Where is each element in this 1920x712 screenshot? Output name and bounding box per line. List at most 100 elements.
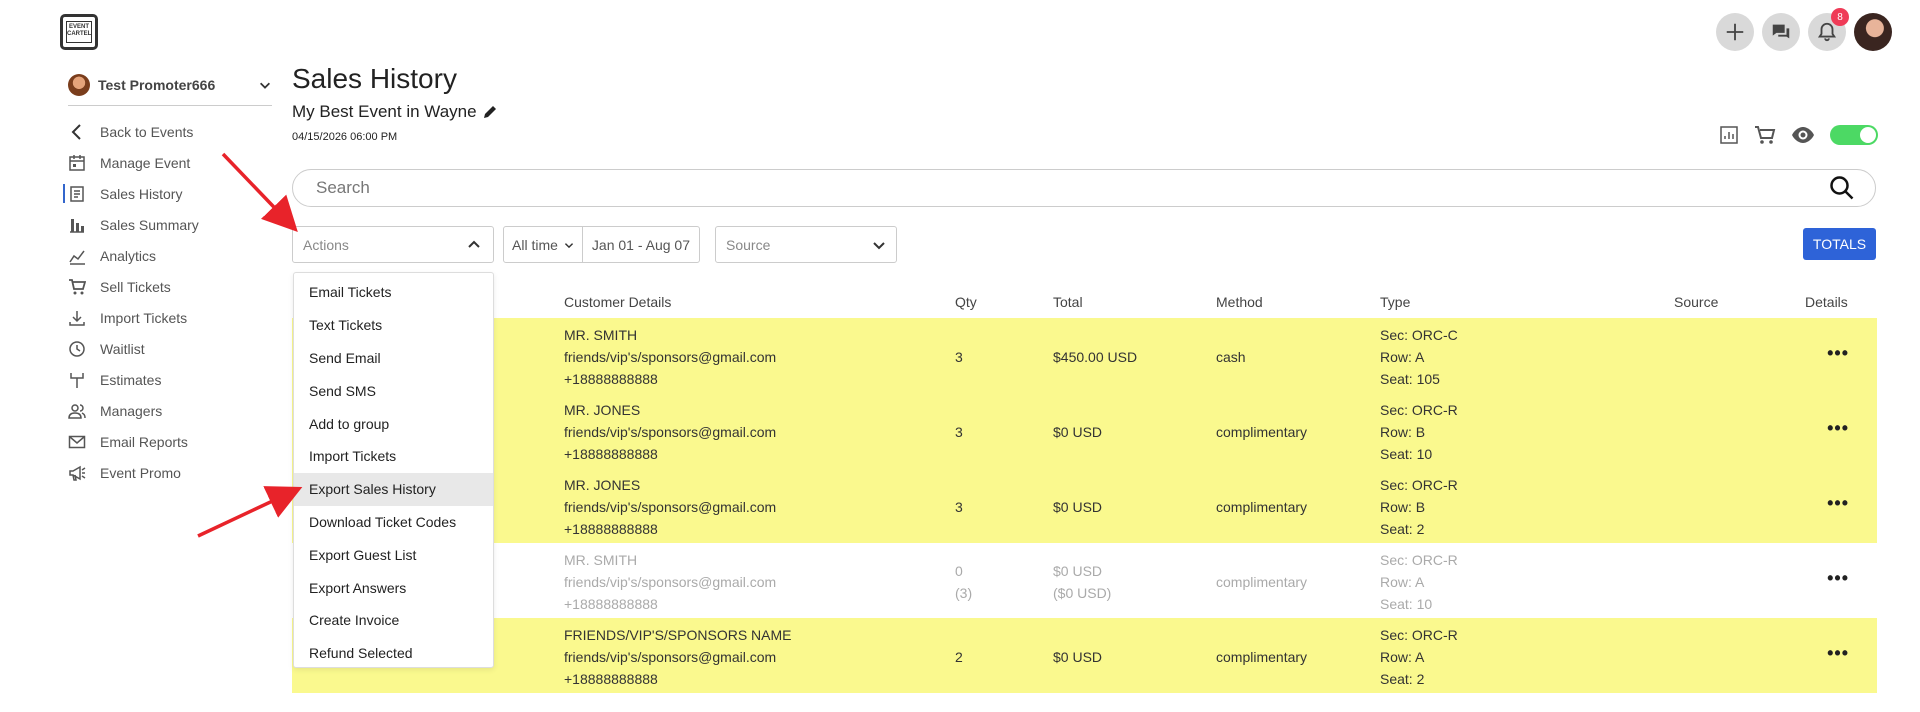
menu-item-create-invoice[interactable]: Create Invoice — [294, 604, 493, 637]
arrow-to-export-sales-history — [197, 486, 303, 538]
more-options-icon[interactable]: ••• — [1827, 568, 1849, 589]
customer-phone: +18888888888 — [564, 371, 658, 387]
seat: Seat: 10 — [1380, 596, 1433, 612]
promoter-selector[interactable]: Test Promoter666 — [68, 72, 272, 106]
sidebar-item-sell-tickets[interactable]: Sell Tickets — [68, 271, 272, 302]
notifications-button[interactable]: 8 — [1808, 8, 1849, 51]
sidebar-item-label: Sales History — [100, 185, 183, 202]
date-range-picker[interactable]: Jan 01 - Aug 07 — [583, 237, 699, 253]
sidebar-item-email-reports[interactable]: Email Reports — [68, 426, 272, 457]
row: Row: A — [1380, 349, 1425, 365]
column-header-source[interactable]: Source — [1674, 294, 1718, 310]
sidebar-item-label: Email Reports — [100, 433, 188, 450]
sidebar-item-label: Analytics — [100, 247, 157, 264]
more-options-icon[interactable]: ••• — [1827, 643, 1849, 664]
search-input[interactable] — [316, 178, 1829, 198]
menu-item-export-guest-list[interactable]: Export Guest List — [294, 538, 493, 571]
messages-button[interactable] — [1762, 13, 1800, 51]
event-cartel-logo[interactable]: EVENT CARTEL — [60, 14, 98, 50]
qty-value: 0 — [955, 563, 963, 579]
sidebar-item-sales-history[interactable]: Sales History — [63, 178, 272, 209]
section: Sec: ORC-R — [1380, 627, 1458, 643]
customer-details: MR. JONES friends/vip's/sponsors@gmail.c… — [564, 399, 776, 465]
receipt-icon — [68, 185, 86, 203]
menu-item-send-email[interactable]: Send Email — [294, 342, 493, 375]
search-icon[interactable] — [1829, 175, 1855, 201]
sidebar-item-estimates[interactable]: Estimates — [68, 364, 272, 395]
column-header-details[interactable]: Details — [1805, 294, 1848, 310]
menu-item-refund-selected[interactable]: Refund Selected — [294, 637, 493, 670]
menu-item-text-tickets[interactable]: Text Tickets — [294, 309, 493, 342]
menu-item-send-sms[interactable]: Send SMS — [294, 374, 493, 407]
section: Sec: ORC-R — [1380, 477, 1458, 493]
column-header-type[interactable]: Type — [1380, 294, 1410, 310]
time-period-select[interactable]: All time — [504, 227, 583, 262]
table-row[interactable]: MR. JONES friends/vip's/sponsors@gmail.c… — [292, 468, 1877, 543]
event-name-text: My Best Event in Wayne — [292, 102, 477, 121]
visibility-toggle[interactable] — [1830, 125, 1878, 145]
seat: Seat: 2 — [1380, 671, 1425, 687]
menu-item-export-sales-history[interactable]: Export Sales History — [294, 472, 493, 506]
menu-item-import-tickets[interactable]: Import Tickets — [294, 440, 493, 473]
sidebar-item-waitlist[interactable]: Waitlist — [68, 333, 272, 364]
row: Row: B — [1380, 424, 1426, 440]
chevron-down-icon — [873, 241, 885, 249]
time-period-value: All time — [512, 236, 558, 253]
search-bar — [292, 169, 1876, 207]
method: complimentary — [1216, 649, 1308, 665]
cart-icon[interactable] — [1754, 124, 1776, 146]
customer-name: FRIENDS/VIP'S/SPONSORS NAME — [564, 627, 792, 643]
page-title: Sales History — [292, 63, 457, 94]
column-header-customer[interactable]: Customer Details — [564, 294, 671, 310]
source-dropdown[interactable]: Source — [715, 226, 897, 263]
megaphone-icon — [68, 464, 86, 482]
menu-item-export-answers[interactable]: Export Answers — [294, 571, 493, 604]
table-row[interactable]: MR. JONES friends/vip's/sponsors@gmail.c… — [292, 393, 1877, 468]
date-filter: All time Jan 01 - Aug 07 — [503, 226, 700, 263]
totals-button[interactable]: TOTALS — [1803, 228, 1876, 260]
more-options-icon[interactable]: ••• — [1827, 418, 1849, 439]
more-options-icon[interactable]: ••• — [1827, 493, 1849, 514]
promoter-avatar — [68, 73, 90, 96]
more-options-icon[interactable]: ••• — [1827, 343, 1849, 364]
menu-item-download-ticket-codes[interactable]: Download Ticket Codes — [294, 506, 493, 539]
menu-item-add-to-group[interactable]: Add to group — [294, 407, 493, 440]
source-placeholder: Source — [726, 236, 771, 253]
table-row[interactable]: MR. SMITH friends/vip's/sponsors@gmail.c… — [292, 543, 1877, 618]
sidebar-item-analytics[interactable]: Analytics — [68, 240, 272, 271]
sidebar-item-back-to-events[interactable]: Back to Events — [68, 116, 272, 147]
add-button[interactable] — [1716, 13, 1754, 51]
customer-name: MR. JONES — [564, 402, 641, 418]
table-row[interactable]: 08:24 PM FRIENDS/VIP'S/SPONSORS NAME fri… — [292, 618, 1877, 693]
method: complimentary — [1216, 499, 1308, 515]
method: cash — [1216, 349, 1246, 365]
user-avatar[interactable] — [1854, 13, 1892, 51]
sidebar-item-label: Estimates — [100, 371, 162, 388]
column-header-qty[interactable]: Qty — [955, 294, 977, 310]
sidebar-item-event-promo[interactable]: Event Promo — [68, 457, 272, 488]
sidebar-item-manage-event[interactable]: Manage Event — [68, 147, 272, 178]
notification-badge: 8 — [1831, 8, 1849, 26]
menu-item-email-tickets[interactable]: Email Tickets — [294, 276, 493, 309]
customer-name: MR. SMITH — [564, 327, 638, 343]
report-icon[interactable] — [1718, 124, 1740, 146]
customer-details: FRIENDS/VIP'S/SPONSORS NAME friends/vip'… — [564, 624, 792, 690]
qty-refunded: (3) — [955, 585, 973, 601]
column-header-method[interactable]: Method — [1216, 294, 1263, 310]
customer-email: friends/vip's/sponsors@gmail.com — [564, 499, 777, 515]
plus-icon — [1726, 23, 1744, 41]
column-header-total[interactable]: Total — [1053, 294, 1083, 310]
actions-dropdown[interactable]: Actions — [292, 226, 494, 263]
eye-icon[interactable] — [1790, 124, 1816, 146]
view-controls — [1718, 124, 1878, 146]
customer-email: friends/vip's/sponsors@gmail.com — [564, 574, 777, 590]
table-row[interactable]: MR. SMITH friends/vip's/sponsors@gmail.c… — [292, 318, 1877, 393]
section: Sec: ORC-C — [1380, 327, 1458, 343]
sidebar-item-import-tickets[interactable]: Import Tickets — [68, 302, 272, 333]
download-icon — [68, 309, 86, 327]
sidebar-item-managers[interactable]: Managers — [68, 395, 272, 426]
pencil-icon[interactable] — [481, 103, 499, 121]
event-date: 04/15/2026 06:00 PM — [292, 131, 398, 143]
sidebar-item-label: Managers — [100, 402, 163, 419]
sidebar-item-sales-summary[interactable]: Sales Summary — [68, 209, 272, 240]
